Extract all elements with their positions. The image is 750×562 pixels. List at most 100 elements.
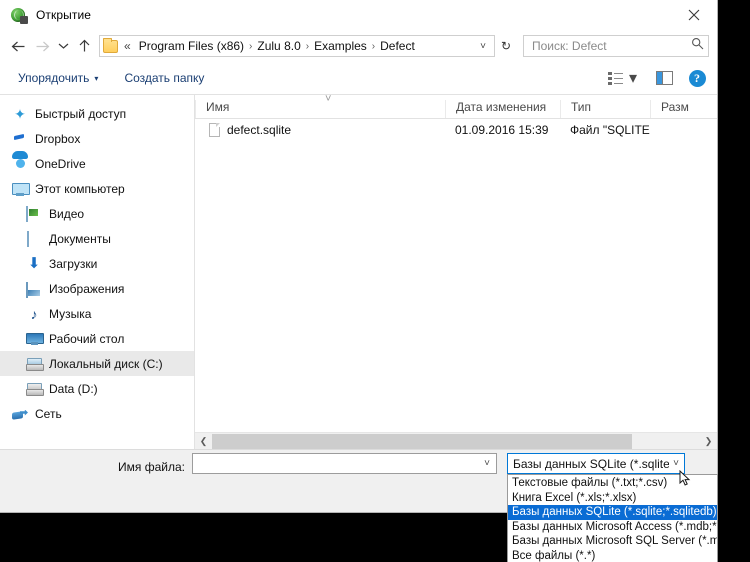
- sidebar-item-label: Загрузки: [49, 256, 98, 271]
- refresh-icon: ↻: [500, 39, 512, 53]
- sidebar-item-label: Быстрый доступ: [35, 106, 127, 121]
- sidebar-item-network[interactable]: Сеть: [0, 401, 194, 426]
- disk-icon: [26, 356, 42, 372]
- horizontal-scrollbar[interactable]: ❮ ❯: [195, 432, 717, 449]
- sidebar-item-label: Видео: [49, 206, 85, 221]
- refresh-button[interactable]: ↻: [495, 36, 517, 56]
- sidebar-item-music[interactable]: ♪ Музыка: [0, 301, 194, 326]
- new-folder-button[interactable]: Создать папку: [118, 68, 210, 88]
- chevron-down-icon: ▾: [94, 73, 99, 83]
- sort-indicator-icon: ˅: [325, 93, 332, 105]
- filetype-value: Базы данных SQLite (*.sqlite;*.s: [513, 456, 670, 471]
- video-icon: [26, 205, 42, 222]
- column-header-date[interactable]: Дата изменения: [445, 100, 560, 118]
- breadcrumb-item-3[interactable]: Defect: [376, 39, 419, 53]
- dropdown-option-access[interactable]: Базы данных Microsoft Access (*.mdb;*.ac…: [508, 520, 717, 535]
- downloads-icon: ⬇: [27, 254, 41, 272]
- dropdown-option-sqlserver[interactable]: Базы данных Microsoft SQL Server (*.mdf): [508, 534, 717, 549]
- breadcrumb-item-0[interactable]: Program Files (x86): [135, 39, 248, 53]
- open-file-dialog: Открытие « Program Files (x86) › Zulu 8.…: [0, 0, 718, 513]
- window-title: Открытие: [36, 8, 92, 22]
- screen: Открытие « Program Files (x86) › Zulu 8.…: [0, 0, 750, 562]
- disk-icon: [26, 381, 42, 397]
- breadcrumb-item-2[interactable]: Examples: [310, 39, 371, 53]
- arrow-left-icon: [11, 41, 24, 51]
- music-icon: ♪: [30, 305, 38, 322]
- sidebar-item-videos[interactable]: Видео: [0, 201, 194, 226]
- search-icon: [691, 37, 704, 55]
- file-icon: [209, 123, 220, 137]
- documents-icon: [26, 230, 42, 247]
- scroll-left-button[interactable]: ❮: [195, 433, 212, 450]
- breadcrumb-bar[interactable]: « Program Files (x86) › Zulu 8.0 › Examp…: [99, 35, 495, 57]
- scrollbar-track[interactable]: [212, 433, 700, 450]
- sidebar-item-desktop[interactable]: Рабочий стол: [0, 326, 194, 351]
- breadcrumb-item-1[interactable]: Zulu 8.0: [253, 39, 304, 53]
- dropdown-option-text-files[interactable]: Текстовые файлы (*.txt;*.csv): [508, 476, 717, 491]
- folder-icon: [103, 37, 118, 53]
- preview-pane-icon: [655, 71, 673, 85]
- dropdown-option-all-files[interactable]: Все файлы (*.*): [508, 549, 717, 562]
- filetype-dropdown-list[interactable]: Текстовые файлы (*.txt;*.csv) Книга Exce…: [507, 474, 718, 562]
- new-folder-label: Создать папку: [124, 71, 205, 85]
- dropdown-option-sqlite[interactable]: Базы данных SQLite (*.sqlite;*.sqlitedb): [508, 505, 717, 520]
- column-headers: ˅ Имя Дата изменения Тип Разм: [195, 93, 717, 119]
- file-rows: defect.sqlite 01.09.2016 15:39 Файл "SQL…: [195, 119, 717, 432]
- pictures-icon: [26, 281, 42, 298]
- sidebar-item-label: Локальный диск (C:): [49, 356, 163, 371]
- sidebar-item-label: Изображения: [49, 281, 125, 296]
- chevron-down-icon: [58, 43, 68, 49]
- organize-button[interactable]: Упорядочить ▾: [12, 68, 104, 88]
- search-box[interactable]: Поиск: Defect: [523, 35, 709, 57]
- file-name: defect.sqlite: [227, 123, 292, 137]
- column-header-name[interactable]: Имя: [195, 100, 445, 118]
- chevron-down-icon[interactable]: ˅: [480, 458, 494, 469]
- column-header-size[interactable]: Разм: [650, 100, 717, 118]
- sidebar-item-documents[interactable]: Документы: [0, 226, 194, 251]
- dropdown-option-excel[interactable]: Книга Excel (*.xls;*.xlsx): [508, 491, 717, 506]
- close-icon: [688, 9, 700, 21]
- file-list-pane: ˅ Имя Дата изменения Тип Разм defect.sql…: [195, 93, 717, 449]
- path-dropdown-icon[interactable]: ˅: [476, 41, 492, 52]
- sidebar-item-label: Data (D:): [49, 381, 98, 396]
- sidebar-item-onedrive[interactable]: OneDrive: [0, 151, 194, 176]
- up-button[interactable]: [72, 34, 96, 58]
- sidebar-item-downloads[interactable]: ⬇ Загрузки: [0, 251, 194, 276]
- file-name-cell: defect.sqlite: [195, 123, 445, 137]
- sidebar-item-this-pc[interactable]: Этот компьютер: [0, 176, 194, 201]
- filetype-combobox[interactable]: Базы данных SQLite (*.sqlite;*.s ˅: [507, 453, 685, 474]
- column-header-type[interactable]: Тип: [560, 100, 650, 118]
- table-row[interactable]: defect.sqlite 01.09.2016 15:39 Файл "SQL…: [195, 119, 717, 141]
- computer-icon: [12, 181, 28, 197]
- star-icon: ✦: [14, 105, 26, 122]
- chevron-down-icon[interactable]: ˅: [669, 458, 683, 469]
- scrollbar-thumb[interactable]: [212, 433, 632, 449]
- sidebar-item-pictures[interactable]: Изображения: [0, 276, 194, 301]
- forward-button[interactable]: [30, 34, 54, 58]
- file-type-cell: Файл "SQLITE": [570, 123, 650, 137]
- command-bar: Упорядочить ▾ Создать папку ▾ ?: [0, 62, 717, 95]
- close-button[interactable]: [671, 0, 717, 30]
- recent-locations-button[interactable]: [54, 34, 72, 58]
- sidebar-item-local-disk-c[interactable]: Локальный диск (C:): [0, 351, 194, 376]
- sidebar-item-label: Dropbox: [35, 131, 81, 146]
- search-input[interactable]: Поиск: Defect: [532, 39, 691, 53]
- view-options-button[interactable]: ▾: [604, 65, 641, 91]
- desktop-icon: [26, 331, 42, 347]
- scroll-right-button[interactable]: ❯: [700, 433, 717, 450]
- help-icon: ?: [688, 69, 706, 87]
- title-bar: Открытие: [0, 0, 717, 30]
- sidebar-item-quick-access[interactable]: ✦ Быстрый доступ: [0, 101, 194, 126]
- breadcrumb-overflow[interactable]: «: [122, 39, 135, 53]
- preview-pane-button[interactable]: [651, 67, 677, 89]
- filename-input[interactable]: ˅: [192, 453, 497, 474]
- back-button[interactable]: [6, 34, 30, 58]
- sidebar-item-data-d[interactable]: Data (D:): [0, 376, 194, 401]
- dropbox-icon: [12, 131, 28, 147]
- cloud-icon: [12, 156, 28, 172]
- help-button[interactable]: ?: [685, 66, 709, 90]
- sidebar-item-label: Сеть: [35, 406, 62, 421]
- navigation-pane: ✦ Быстрый доступ Dropbox OneDrive Этот к…: [0, 95, 195, 449]
- sidebar-item-dropbox[interactable]: Dropbox: [0, 126, 194, 151]
- filename-label: Имя файла:: [118, 460, 185, 474]
